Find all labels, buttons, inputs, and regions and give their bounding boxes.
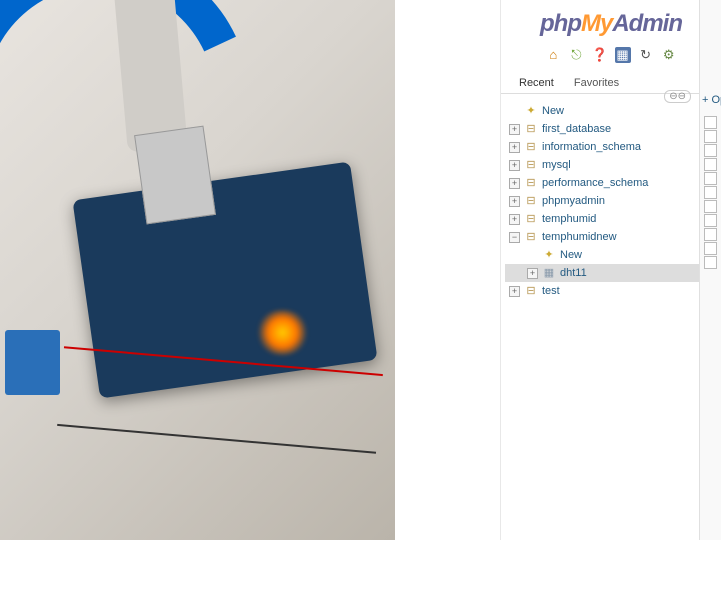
tree-label: dht11 [560, 267, 587, 279]
sql-icon[interactable]: ▦ [615, 47, 631, 63]
options-link[interactable]: + Op [700, 90, 721, 110]
checkbox[interactable] [704, 256, 717, 269]
expand-icon[interactable]: + [527, 268, 538, 279]
logo-part-php: php [540, 10, 581, 37]
expand-icon[interactable]: + [509, 214, 520, 225]
hardware-photo [0, 0, 395, 540]
logo-part-admin: Admin [612, 10, 682, 37]
logout-icon[interactable]: ⎋ [568, 47, 584, 63]
led-glow [255, 310, 310, 355]
new-icon: ✦ [542, 248, 556, 262]
help-icon[interactable]: ❓ [591, 47, 607, 63]
expand-icon[interactable]: + [509, 286, 520, 297]
checkbox[interactable] [704, 172, 717, 185]
tree-db-temphumid[interactable]: + ⊟ temphumid [505, 210, 717, 228]
new-icon: ✦ [524, 104, 538, 118]
tree-label: temphumid [542, 213, 596, 225]
tree-db-information-schema[interactable]: + ⊟ information_schema [505, 138, 717, 156]
expand-icon[interactable]: + [509, 196, 520, 207]
panel-divider [395, 0, 500, 540]
database-icon: ⊟ [524, 158, 538, 172]
checkbox[interactable] [704, 186, 717, 199]
database-icon: ⊟ [524, 176, 538, 190]
tree-db-temphumidnew[interactable]: − ⊟ temphumidnew [505, 228, 717, 246]
tree-spacer [509, 106, 520, 117]
tab-recent[interactable]: Recent [509, 73, 564, 93]
reload-icon[interactable]: ↻ [638, 47, 654, 63]
tree-label: New [542, 105, 564, 117]
checkbox[interactable] [704, 116, 717, 129]
right-edge-panel: + Op [699, 0, 721, 540]
table-icon: ▦ [542, 266, 556, 280]
tree-table-dht11[interactable]: + ▦ dht11 [505, 264, 717, 282]
expand-icon[interactable]: + [509, 142, 520, 153]
logo-part-my: My [581, 10, 612, 37]
tree-label: performance_schema [542, 177, 648, 189]
tree-db-phpmyadmin[interactable]: + ⊟ phpmyadmin [505, 192, 717, 210]
database-icon: ⊟ [524, 122, 538, 136]
toolbar: ⌂ ⎋ ❓ ▦ ↻ ⚙ [501, 44, 721, 71]
database-icon: ⊟ [524, 140, 538, 154]
settings-icon[interactable]: ⚙ [661, 47, 677, 63]
checkbox[interactable] [704, 242, 717, 255]
checkbox[interactable] [704, 144, 717, 157]
database-icon: ⊟ [524, 194, 538, 208]
checkbox[interactable] [704, 130, 717, 143]
database-icon: ⊟ [524, 284, 538, 298]
phpmyadmin-sidebar: phpMyAdmin ⌂ ⎋ ❓ ▦ ↻ ⚙ Recent Favorites … [500, 0, 721, 540]
tree-label: first_database [542, 123, 611, 135]
tree-label: test [542, 285, 560, 297]
tree-new[interactable]: ✦ New [505, 102, 717, 120]
tree-db-first-database[interactable]: + ⊟ first_database [505, 120, 717, 138]
checkbox[interactable] [704, 200, 717, 213]
tree-spacer [527, 250, 538, 261]
tree-label: phpmyadmin [542, 195, 605, 207]
tree-db-performance-schema[interactable]: + ⊟ performance_schema [505, 174, 717, 192]
collapse-icon[interactable]: − [509, 232, 520, 243]
tree-label: temphumidnew [542, 231, 617, 243]
tree-db-test[interactable]: + ⊟ test [505, 282, 717, 300]
dht-sensor [5, 330, 60, 395]
database-icon: ⊟ [524, 230, 538, 244]
expand-icon[interactable]: + [509, 124, 520, 135]
checkbox[interactable] [704, 214, 717, 227]
tree-label: information_schema [542, 141, 641, 153]
tree-db-mysql[interactable]: + ⊟ mysql [505, 156, 717, 174]
collapse-all-button[interactable]: ⊖⊖ [664, 90, 691, 103]
tree-label: New [560, 249, 582, 261]
checkbox-column [700, 110, 721, 269]
home-icon[interactable]: ⌂ [545, 47, 561, 63]
ethernet-jack [134, 126, 216, 225]
checkbox[interactable] [704, 158, 717, 171]
checkbox[interactable] [704, 228, 717, 241]
database-icon: ⊟ [524, 212, 538, 226]
tab-favorites[interactable]: Favorites [564, 73, 629, 93]
tree-temphumidnew-new[interactable]: ✦ New [505, 246, 717, 264]
expand-icon[interactable]: + [509, 160, 520, 171]
database-tree: ✦ New + ⊟ first_database + ⊟ information… [501, 94, 721, 308]
tree-label: mysql [542, 159, 571, 171]
logo: phpMyAdmin [501, 0, 721, 44]
expand-icon[interactable]: + [509, 178, 520, 189]
